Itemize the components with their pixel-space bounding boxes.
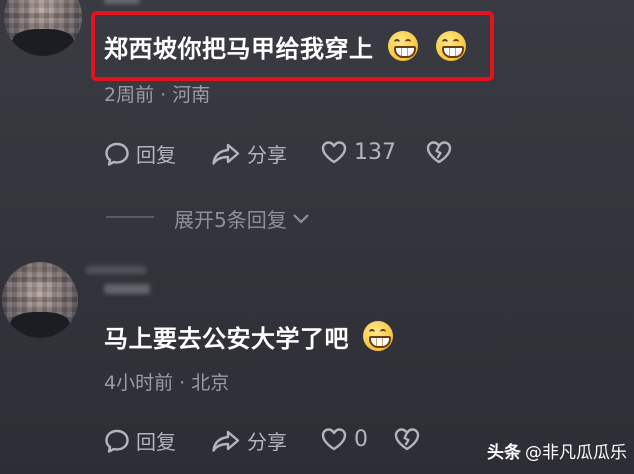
reply-label: 回复 [136, 143, 176, 167]
dislike-button[interactable] [393, 426, 427, 452]
avatar[interactable] [4, 0, 82, 56]
broken-heart-icon [394, 428, 420, 451]
avatar-figure [9, 312, 71, 338]
watermark-account: @非凡瓜瓜乐 [525, 443, 627, 463]
dislike-button[interactable] [425, 139, 459, 165]
share-button[interactable]: 分享 [211, 426, 287, 455]
share-label: 分享 [247, 143, 287, 167]
share-button[interactable]: 分享 [211, 139, 287, 168]
broken-heart-icon [426, 141, 452, 164]
comment-text: 郑西坡你把马甲给我穿上 [104, 29, 466, 64]
username-blurred [104, 284, 150, 294]
reply-button[interactable]: 回复 [104, 139, 176, 168]
avatar-figure [11, 29, 75, 56]
share-icon [212, 143, 240, 165]
comment-body: 郑西坡你把马甲给我穿上 [104, 35, 374, 63]
watermark: 头条 @非凡瓜瓜乐 [487, 438, 627, 463]
reply-label: 回复 [136, 430, 176, 454]
reply-button[interactable]: 回复 [104, 426, 176, 455]
username-blurred [86, 266, 146, 274]
expand-replies-label: 展开5条回复 [174, 208, 287, 232]
comment-meta: 4小时前 · 北京 [104, 372, 230, 394]
comment-text: 马上要去公安大学了吧 [104, 319, 393, 354]
like-count: 0 [354, 426, 368, 452]
share-icon [212, 430, 240, 452]
share-label: 分享 [247, 430, 287, 454]
username-blurred [104, 0, 140, 4]
like-button[interactable]: 137 [320, 139, 396, 165]
heart-icon [321, 428, 347, 451]
grin-emoji [387, 31, 418, 61]
avatar[interactable] [2, 262, 78, 338]
grin-emoji [435, 31, 466, 61]
like-count: 137 [354, 139, 396, 165]
comment-icon [105, 429, 129, 453]
expand-replies-button[interactable]: 展开5条回复 [174, 204, 311, 233]
grin-emoji [363, 321, 393, 351]
chevron-down-icon [292, 213, 309, 224]
comment-meta: 2周前 · 河南 [104, 84, 211, 106]
comment-body: 马上要去公安大学了吧 [104, 325, 349, 353]
watermark-brand: 头条 [487, 443, 521, 463]
comment-icon [105, 142, 129, 166]
heart-icon [321, 141, 347, 164]
like-button[interactable]: 0 [320, 426, 368, 452]
replies-divider [106, 216, 154, 218]
